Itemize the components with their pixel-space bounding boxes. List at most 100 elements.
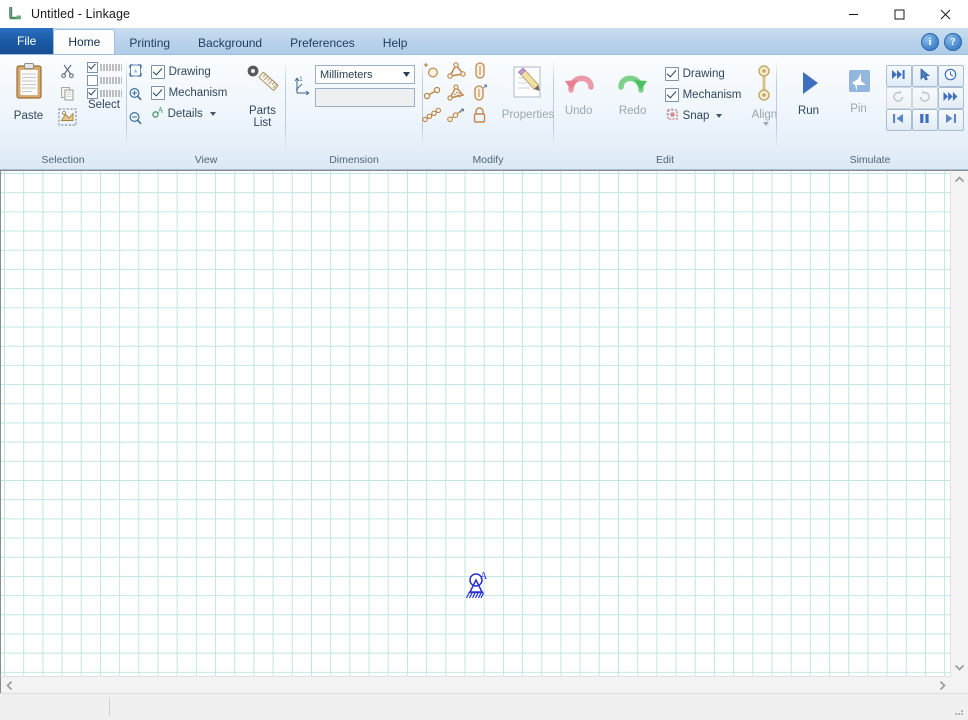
title-bar: Untitled - Linkage [0, 0, 968, 28]
help-icon[interactable]: ? [944, 33, 962, 51]
step-forward-end-icon [891, 69, 906, 83]
select-area-button[interactable] [57, 107, 79, 129]
view-details-menu[interactable]: A Details [149, 103, 230, 124]
scroll-right-button[interactable] [934, 677, 951, 694]
vertical-scrollbar[interactable] [950, 170, 968, 676]
skip-start-button[interactable] [885, 109, 912, 131]
paste-button[interactable]: Paste [3, 59, 55, 125]
clock-icon [944, 68, 957, 84]
resize-gripper-icon[interactable] [953, 705, 965, 717]
horizontal-scrollbar[interactable] [0, 676, 951, 693]
tab-help[interactable]: Help [369, 32, 422, 54]
view-mechanism-checkbox[interactable]: Mechanism [149, 82, 230, 103]
chevron-down-icon [762, 122, 769, 126]
svg-text:1: 1 [299, 76, 303, 83]
status-bar [0, 693, 968, 720]
add-connector-button[interactable] [420, 83, 444, 105]
ribbon-group-simulate: Run Pin Simulate [777, 55, 964, 169]
cursor-select-button[interactable] [911, 65, 938, 87]
tab-file[interactable]: File [0, 28, 54, 54]
dimension-value-input[interactable] [315, 88, 415, 107]
tab-home[interactable]: Home [53, 29, 116, 54]
maximize-button[interactable] [876, 0, 922, 28]
add-triangle-link-button[interactable] [444, 61, 468, 83]
skip-end-icon [944, 113, 957, 127]
step-forward-end-button[interactable] [885, 65, 912, 87]
add-connector-icon [422, 85, 442, 104]
edit-drawing-checkbox[interactable]: Drawing [663, 63, 744, 84]
zoom-fit-button[interactable] [125, 61, 147, 83]
rotate-ccw-button[interactable] [885, 87, 912, 109]
zoom-out-button[interactable] [125, 109, 147, 131]
view-toggles: Drawing Mechanism A Details [149, 59, 230, 124]
run-label: Run [797, 105, 820, 117]
view-drawing-label: Drawing [168, 65, 211, 78]
zoom-in-button[interactable] [125, 85, 147, 107]
cut-button[interactable] [57, 61, 79, 83]
select-check-0[interactable] [86, 61, 122, 73]
skip-end-button[interactable] [937, 109, 964, 131]
copy-icon [60, 86, 75, 104]
scroll-up-button[interactable] [951, 171, 968, 188]
status-pane-left [0, 698, 110, 716]
drawing-canvas[interactable]: A [0, 170, 950, 676]
units-dropdown[interactable]: Millimeters [315, 65, 415, 84]
horizontal-scrollbar-row [0, 676, 968, 693]
add-slider-icon [473, 61, 487, 83]
select-check-2[interactable] [86, 87, 122, 99]
tab-background[interactable]: Background [184, 32, 276, 54]
parts-list-button[interactable]: Parts List [231, 59, 293, 132]
dimension-axes-icon: 1 [293, 73, 311, 100]
run-button[interactable]: Run [786, 63, 832, 120]
tab-preferences[interactable]: Preferences [276, 32, 369, 54]
pause-button[interactable] [911, 109, 938, 131]
chevron-down-icon [716, 113, 723, 118]
rotate-cw-button[interactable] [911, 87, 938, 109]
info-icon[interactable]: i [921, 33, 939, 51]
linkage-application-window: Untitled - Linkage File Home Printing Ba… [0, 0, 968, 720]
group-label-modify: Modify [472, 154, 504, 166]
joint-a[interactable] [463, 569, 493, 606]
close-button[interactable] [922, 0, 968, 28]
clipboard-icon [9, 61, 49, 108]
zoom-out-icon [128, 111, 143, 129]
add-link-chain-button[interactable] [444, 105, 468, 127]
select-check-1[interactable] [86, 74, 122, 86]
lock-button[interactable] [468, 105, 492, 127]
rotate-ccw-icon [892, 90, 905, 106]
cursor-select-icon [919, 68, 931, 84]
add-chain-button[interactable] [420, 105, 444, 127]
add-gear-button[interactable] [444, 83, 468, 105]
selection-mini-buttons [57, 59, 79, 129]
tab-printing[interactable]: Printing [115, 32, 184, 54]
edit-drawing-label: Drawing [682, 67, 725, 80]
scroll-left-button[interactable] [1, 677, 18, 694]
add-slider-button[interactable] [468, 61, 492, 83]
group-label-dimension: Dimension [329, 154, 379, 166]
redo-arrow-icon [613, 64, 653, 103]
copy-button[interactable] [57, 84, 79, 106]
view-drawing-checkbox[interactable]: Drawing [149, 61, 230, 82]
undo-button[interactable]: Undo [553, 61, 605, 120]
ribbon-tab-strip: File Home Printing Background Preference… [0, 28, 968, 55]
simulate-control-grid [885, 65, 964, 131]
pin-button[interactable]: Pin [838, 63, 880, 118]
view-details-label: Details [167, 107, 203, 120]
scissors-icon [60, 63, 75, 81]
clock-button[interactable] [937, 65, 964, 87]
checkbox-box [150, 85, 165, 100]
redo-button[interactable]: Redo [607, 61, 659, 120]
properties-icon [507, 64, 549, 107]
edit-snap-menu[interactable]: Snap [663, 105, 744, 126]
workspace: A [0, 170, 968, 676]
chevron-down-icon [209, 111, 216, 116]
modify-tool-grid [420, 61, 492, 127]
align-label: Align [751, 109, 778, 121]
add-point-button[interactable] [420, 61, 444, 83]
minimize-button[interactable] [830, 0, 876, 28]
scroll-down-button[interactable] [951, 659, 968, 676]
checkbox-box [86, 74, 98, 86]
edit-mechanism-checkbox[interactable]: Mechanism [663, 84, 744, 105]
fast-forward-button[interactable] [937, 87, 964, 109]
add-actuator-button[interactable] [468, 83, 492, 105]
